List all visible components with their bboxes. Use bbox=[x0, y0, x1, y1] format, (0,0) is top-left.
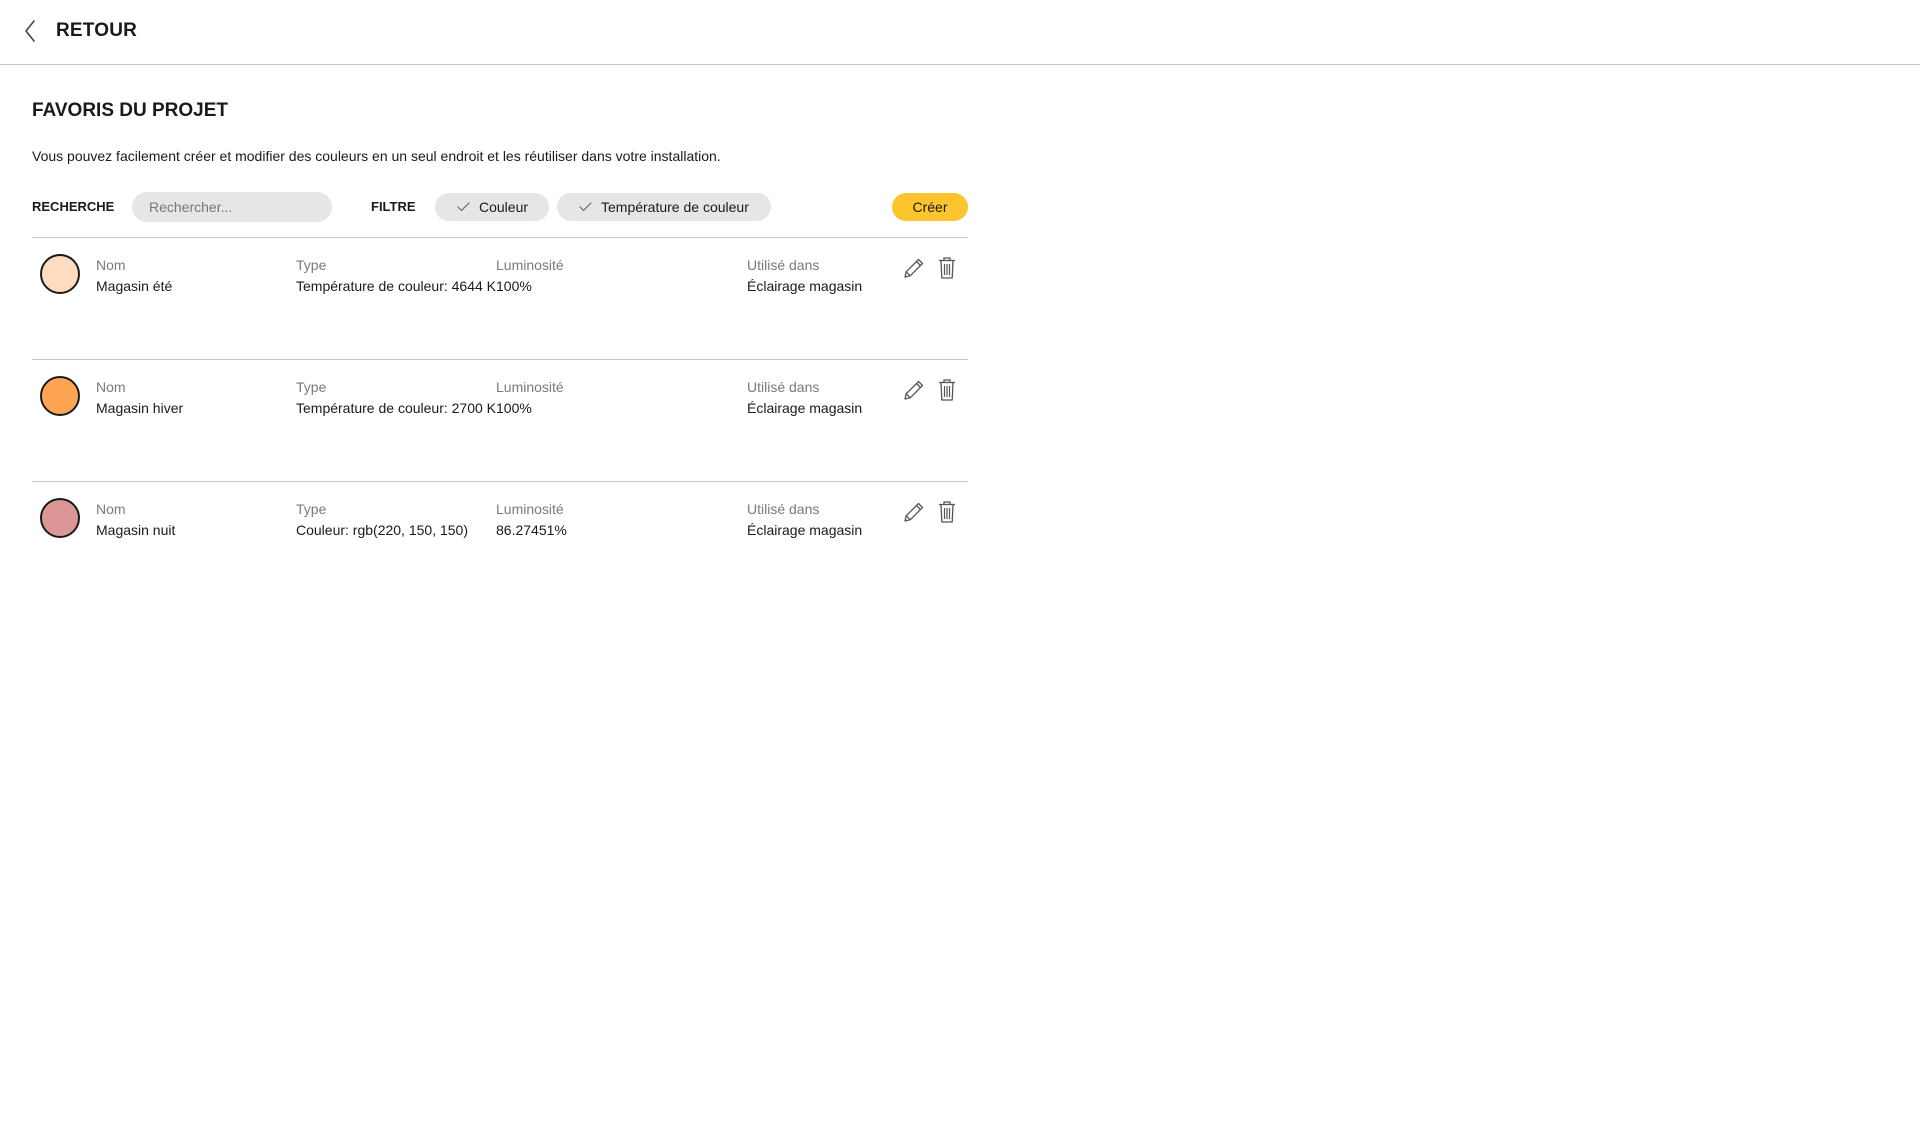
name-label: Nom bbox=[96, 257, 126, 273]
filter-label: FILTRE bbox=[371, 199, 416, 214]
trash-icon bbox=[937, 378, 957, 402]
luminosity-value: 100% bbox=[496, 400, 532, 416]
color-swatch bbox=[40, 254, 80, 294]
filter-chip-color-temperature[interactable]: Température de couleur bbox=[557, 193, 771, 221]
back-link[interactable]: RETOUR bbox=[24, 14, 137, 48]
trash-icon bbox=[937, 500, 957, 524]
luminosity-value: 86.27451% bbox=[496, 522, 567, 538]
luminosity-label: Luminosité bbox=[496, 379, 564, 395]
delete-button[interactable] bbox=[933, 376, 961, 404]
chevron-left-icon bbox=[24, 20, 36, 42]
used-in-column: Utilisé dans Éclairage magasin bbox=[747, 501, 862, 538]
type-column: Type Température de couleur: 2700 K bbox=[296, 379, 496, 416]
search-input[interactable] bbox=[132, 192, 332, 222]
type-label: Type bbox=[296, 501, 327, 517]
type-label: Type bbox=[296, 379, 327, 395]
type-value: Couleur: rgb(220, 150, 150) bbox=[296, 522, 468, 538]
used-in-label: Utilisé dans bbox=[747, 257, 820, 273]
luminosity-column: Luminosité 100% bbox=[496, 257, 564, 294]
edit-button[interactable] bbox=[900, 376, 928, 404]
list-item: Nom Magasin nuit Type Couleur: rgb(220, … bbox=[32, 481, 968, 603]
page-title: FAVORIS DU PROJET bbox=[32, 100, 229, 121]
type-column: Type Couleur: rgb(220, 150, 150) bbox=[296, 501, 468, 538]
filter-chip-label: Température de couleur bbox=[601, 199, 749, 215]
check-icon bbox=[457, 202, 479, 212]
name-value: Magasin hiver bbox=[96, 400, 184, 416]
name-column: Nom Magasin hiver bbox=[96, 379, 183, 416]
used-in-label: Utilisé dans bbox=[747, 501, 820, 517]
filter-chip-color[interactable]: Couleur bbox=[435, 193, 549, 221]
type-label: Type bbox=[296, 257, 327, 273]
luminosity-column: Luminosité 86.27451% bbox=[496, 501, 567, 538]
type-value: Température de couleur: 4644 K bbox=[296, 278, 497, 294]
name-column: Nom Magasin été bbox=[96, 257, 172, 294]
luminosity-column: Luminosité 100% bbox=[496, 379, 564, 416]
used-in-label: Utilisé dans bbox=[747, 379, 820, 395]
pencil-icon bbox=[902, 378, 926, 402]
delete-button[interactable] bbox=[933, 254, 961, 282]
filter-chip-label: Couleur bbox=[479, 199, 529, 215]
used-in-column: Utilisé dans Éclairage magasin bbox=[747, 379, 862, 416]
name-label: Nom bbox=[96, 501, 126, 517]
toolbar: RECHERCHE FILTRE Couleur Température de … bbox=[32, 192, 968, 222]
type-value: Température de couleur: 2700 K bbox=[296, 400, 497, 416]
type-column: Type Température de couleur: 4644 K bbox=[296, 257, 496, 294]
create-button[interactable]: Créer bbox=[892, 193, 968, 221]
used-in-value: Éclairage magasin bbox=[747, 522, 863, 538]
luminosity-value: 100% bbox=[496, 278, 532, 294]
used-in-column: Utilisé dans Éclairage magasin bbox=[747, 257, 862, 294]
search-label: RECHERCHE bbox=[32, 199, 115, 214]
color-swatch bbox=[40, 498, 80, 538]
used-in-value: Éclairage magasin bbox=[747, 400, 863, 416]
name-label: Nom bbox=[96, 379, 126, 395]
color-swatch bbox=[40, 376, 80, 416]
check-icon bbox=[579, 202, 601, 212]
delete-button[interactable] bbox=[933, 498, 961, 526]
name-column: Nom Magasin nuit bbox=[96, 501, 175, 538]
favorites-list: Nom Magasin été Type Température de coul… bbox=[32, 237, 968, 603]
top-bar: RETOUR bbox=[0, 0, 1920, 65]
back-label: RETOUR bbox=[56, 20, 138, 41]
used-in-value: Éclairage magasin bbox=[747, 278, 863, 294]
list-item: Nom Magasin été Type Température de coul… bbox=[32, 237, 968, 359]
edit-button[interactable] bbox=[900, 254, 928, 282]
luminosity-label: Luminosité bbox=[496, 501, 564, 517]
edit-button[interactable] bbox=[900, 498, 928, 526]
pencil-icon bbox=[902, 500, 926, 524]
trash-icon bbox=[937, 256, 957, 280]
luminosity-label: Luminosité bbox=[496, 257, 564, 273]
list-item: Nom Magasin hiver Type Température de co… bbox=[32, 359, 968, 481]
name-value: Magasin été bbox=[96, 278, 173, 294]
name-value: Magasin nuit bbox=[96, 522, 176, 538]
pencil-icon bbox=[902, 256, 926, 280]
page-description: Vous pouvez facilement créer et modifier… bbox=[32, 148, 721, 164]
